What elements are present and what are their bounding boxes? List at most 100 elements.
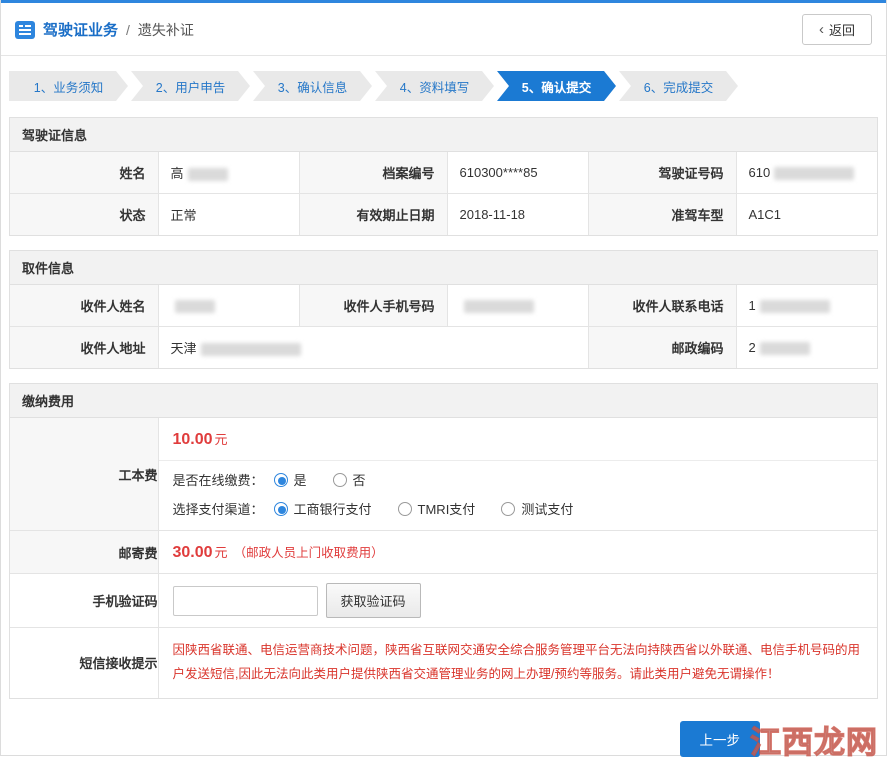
- table-row: 手机验证码 获取验证码: [10, 573, 878, 628]
- radio-channel-test[interactable]: 测试支付: [501, 499, 573, 518]
- back-button-label: 返回: [828, 23, 855, 38]
- step-5-confirm-submit: 5、确认提交: [497, 71, 616, 101]
- fees-title: 缴纳费用: [10, 384, 877, 418]
- production-fee-amount: 10.00: [172, 431, 213, 448]
- site-watermark: 江西龙网: [749, 724, 878, 760]
- radio-icon: [273, 501, 288, 516]
- postage-fee-amount: 30.00: [172, 544, 213, 561]
- vehicle-type-label: 准驾车型: [587, 193, 737, 235]
- step-3-confirm-info: 3、确认信息: [253, 71, 372, 101]
- redacted-value: [774, 167, 855, 181]
- name-value-text: 高: [170, 166, 184, 181]
- pickup-info-section: 取件信息 收件人姓名 收件人手机号码 收件人联系电话 1 收件人地址 天津 邮政…: [9, 250, 878, 369]
- sms-tip-content: 因陕西省联通、电信运营商技术问题，陕西省互联网交通安全综合服务管理平台无法向持陕…: [157, 627, 877, 698]
- pickup-info-title: 取件信息: [10, 251, 877, 285]
- production-fee-label: 工本费: [10, 418, 159, 531]
- postage-fee-note: （邮政人员上门收取费用）: [233, 546, 384, 560]
- get-captcha-button[interactable]: 获取验证码: [325, 583, 421, 618]
- payment-channel-option-line: 选择支付渠道： 工商银行支付 TMRI支付 测试支付: [159, 492, 878, 530]
- radio-channel-icbc[interactable]: 工商银行支付: [273, 499, 372, 518]
- radio-icon: [397, 501, 412, 516]
- redacted-value: [759, 300, 830, 314]
- recipient-phone-label: 收件人联系电话: [587, 285, 737, 327]
- vehicle-type-value: A1C1: [735, 193, 877, 235]
- breadcrumb-separator: /: [126, 21, 130, 38]
- radio-online-no-label: 否: [352, 473, 366, 488]
- step-label: 4、资料填写: [399, 80, 470, 95]
- table-row: 工本费 10.00 元 是否在线缴费： 是 否 选择支付渠道： 工商银行支付 TM…: [10, 418, 877, 531]
- status-value-text: 正常: [170, 208, 197, 223]
- online-payment-question: 是否在线缴费：: [172, 473, 264, 488]
- status-value: 正常: [157, 193, 300, 235]
- table-row: 状态 正常 有效期止日期 2018-11-18 准驾车型 A1C1: [10, 193, 877, 235]
- recipient-address-value-text: 天津: [170, 341, 197, 356]
- expiry-label: 有效期止日期: [298, 193, 448, 235]
- breadcrumb: 驾驶证业务 / 遗失补证: [15, 19, 194, 40]
- online-payment-option-line: 是否在线缴费： 是 否: [159, 461, 878, 492]
- captcha-input[interactable]: [172, 585, 318, 616]
- postage-fee-unit: 元: [214, 545, 228, 560]
- step-label: 2、用户申告: [155, 80, 226, 95]
- pickup-info-table: 收件人姓名 收件人手机号码 收件人联系电话 1 收件人地址 天津 邮政编码 2: [10, 285, 877, 368]
- table-row: 姓名 高 档案编号 610300****85 驾驶证号码 610: [10, 152, 877, 194]
- expiry-value: 2018-11-18: [446, 193, 589, 235]
- radio-channel-tmri-label: TMRI支付: [417, 502, 476, 517]
- table-row: 短信接收提示 因陕西省联通、电信运营商技术问题，陕西省互联网交通安全综合服务管理…: [10, 627, 877, 698]
- captcha-line: 获取验证码: [159, 574, 878, 627]
- postage-fee-label: 邮寄费: [10, 530, 159, 574]
- previous-step-button[interactable]: 上一步: [679, 720, 760, 757]
- radio-online-no[interactable]: 否: [332, 470, 366, 489]
- header: 驾驶证业务 / 遗失补证 ‹ 返回: [1, 3, 886, 55]
- recipient-mobile-label: 收件人手机号码: [298, 285, 448, 327]
- chevron-left-icon: ‹: [818, 21, 824, 38]
- redacted-value: [759, 342, 810, 356]
- postage-fee-content: 30.00 元 （邮政人员上门收取费用）: [157, 530, 877, 574]
- vehicle-type-value-text: A1C1: [748, 207, 782, 222]
- page: 驾驶证业务 / 遗失补证 ‹ 返回 1、业务须知 2、用户申告 3、确认信息 4…: [0, 0, 887, 760]
- back-button[interactable]: ‹ 返回: [801, 14, 872, 45]
- fees-section: 缴纳费用 工本费 10.00 元 是否在线缴费： 是 否 选择支付渠道： 工商银行…: [9, 383, 878, 699]
- table-row: 收件人姓名 收件人手机号码 收件人联系电话 1: [10, 285, 877, 327]
- name-label: 姓名: [10, 152, 159, 194]
- recipient-phone-value: 1: [735, 285, 877, 327]
- file-number-label: 档案编号: [298, 152, 448, 194]
- radio-icon: [332, 472, 347, 487]
- license-info-title: 驾驶证信息: [10, 118, 877, 152]
- table-row: 收件人地址 天津 邮政编码 2: [10, 326, 877, 368]
- sms-tip-text: 因陕西省联通、电信运营商技术问题，陕西省互联网交通安全综合服务管理平台无法向持陕…: [172, 643, 861, 681]
- step-label: 6、完成提交: [643, 80, 714, 95]
- radio-channel-tmri[interactable]: TMRI支付: [397, 499, 476, 518]
- license-number-label: 驾驶证号码: [587, 152, 737, 194]
- step-4-fill-materials: 4、资料填写: [375, 71, 494, 101]
- radio-icon: [273, 472, 288, 487]
- steps-bar: 1、业务须知 2、用户申告 3、确认信息 4、资料填写 5、确认提交 6、完成提…: [9, 71, 878, 101]
- license-number-value: 610: [735, 152, 877, 194]
- payment-channel-question: 选择支付渠道：: [172, 502, 264, 517]
- redacted-value: [463, 300, 534, 314]
- radio-channel-icbc-label: 工商银行支付: [293, 502, 372, 517]
- status-label: 状态: [10, 193, 159, 235]
- captcha-content: 获取验证码: [157, 573, 878, 628]
- step-6-complete-submit: 6、完成提交: [619, 71, 738, 101]
- expiry-value-text: 2018-11-18: [459, 207, 526, 222]
- radio-online-yes[interactable]: 是: [273, 470, 307, 489]
- redacted-value: [200, 343, 301, 357]
- fees-table: 工本费 10.00 元 是否在线缴费： 是 否 选择支付渠道： 工商银行支付 TM…: [10, 418, 877, 698]
- name-value: 高: [157, 152, 300, 194]
- header-divider: [1, 55, 886, 56]
- license-info-table: 姓名 高 档案编号 610300****85 驾驶证号码 610 状态 正常 有…: [10, 152, 877, 235]
- footer: 上一步 江西龙网: [9, 713, 878, 769]
- table-row: 邮寄费 30.00 元 （邮政人员上门收取费用）: [10, 530, 877, 574]
- sms-tip-label: 短信接收提示: [10, 627, 159, 698]
- form-icon: [15, 20, 35, 40]
- license-info-section: 驾驶证信息 姓名 高 档案编号 610300****85 驾驶证号码 610 状…: [9, 117, 878, 236]
- recipient-phone-value-text: 1: [748, 297, 756, 313]
- recipient-name-label: 收件人姓名: [10, 285, 159, 327]
- postal-code-value-text: 2: [748, 339, 756, 355]
- recipient-address-label: 收件人地址: [10, 326, 159, 368]
- page-subtitle: 遗失补证: [137, 21, 194, 38]
- file-number-value: 610300****85: [446, 152, 589, 194]
- page-title: 驾驶证业务: [43, 22, 119, 39]
- step-label: 5、确认提交: [521, 80, 592, 95]
- step-label: 1、业务须知: [33, 80, 104, 95]
